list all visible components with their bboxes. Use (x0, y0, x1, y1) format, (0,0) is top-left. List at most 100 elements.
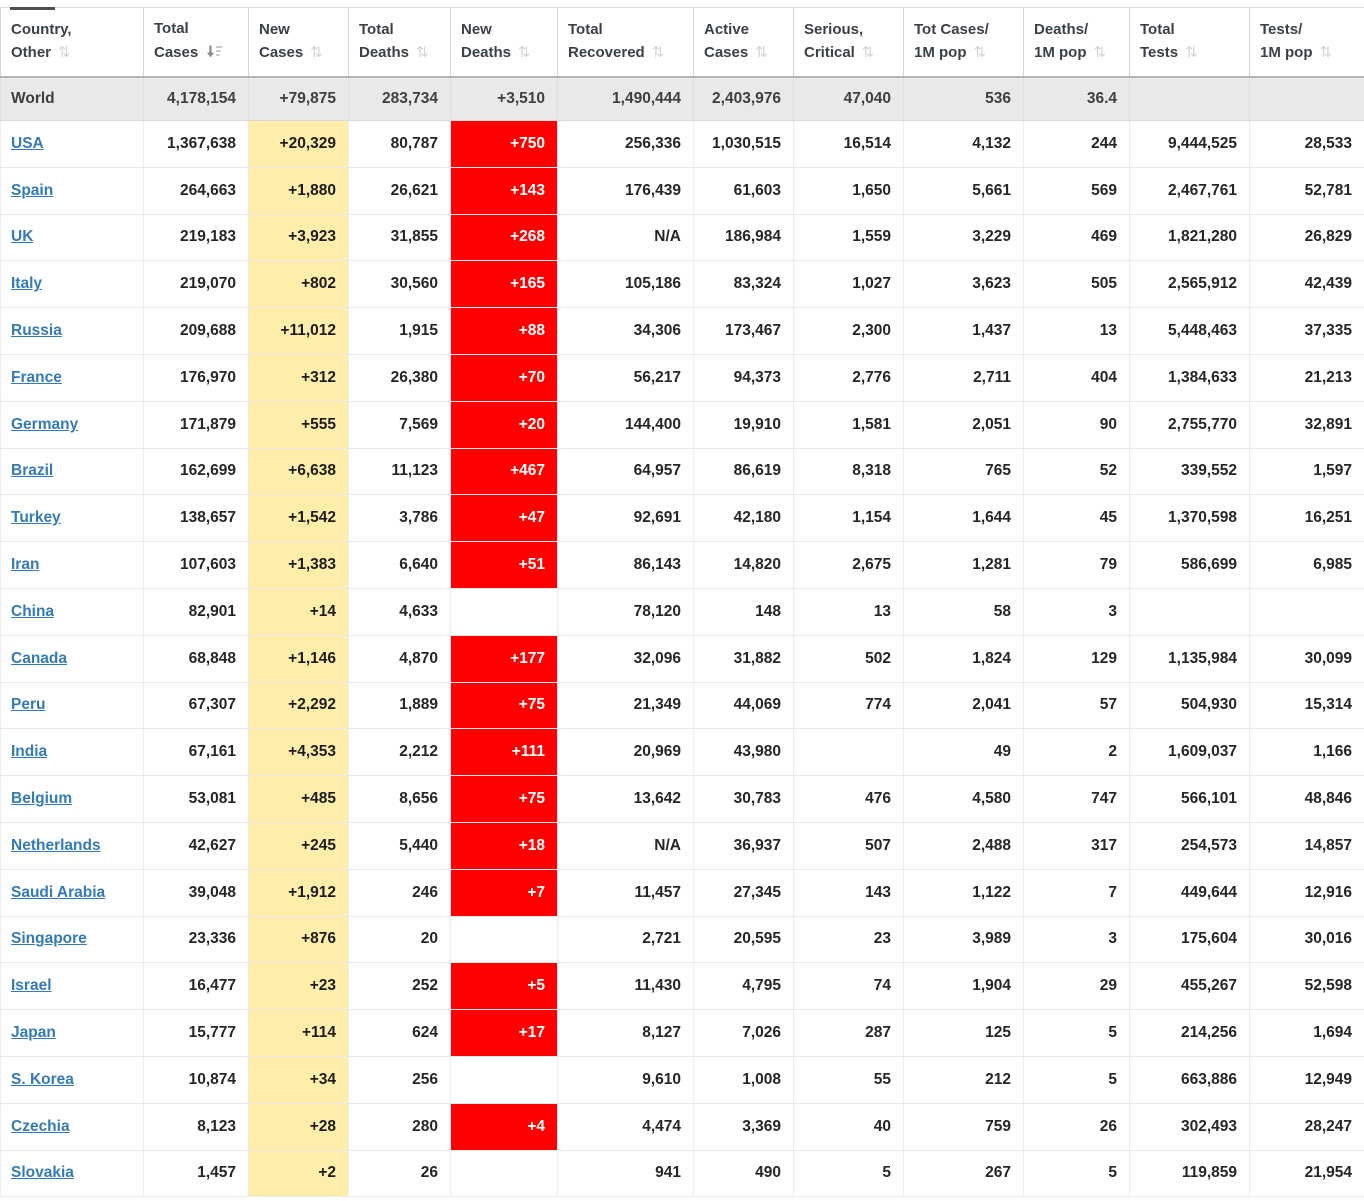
cell-new-deaths: +750 (451, 121, 558, 168)
sort-icon: ⇅ (652, 44, 663, 61)
cell-total-cases: 82,901 (144, 588, 249, 635)
col-header-deaths-per-1m[interactable]: Deaths/ 1M pop⇅ (1024, 8, 1130, 78)
country-link[interactable]: Peru (11, 696, 45, 713)
cell-total-recovered: 11,430 (558, 963, 694, 1010)
country-link[interactable]: Germany (11, 416, 78, 433)
country-row: India 67,161 +4,353 2,212 +111 20,969 43… (1, 729, 1364, 776)
country-link[interactable]: Israel (11, 977, 52, 994)
country-link[interactable]: India (11, 743, 47, 760)
cell-total-cases: 162,699 (144, 448, 249, 495)
cell-deaths-per-1m: 244 (1024, 121, 1130, 168)
country-link[interactable]: UK (11, 228, 33, 245)
col-header-total-recovered[interactable]: Total Recovered⇅ (558, 8, 694, 78)
covid-stats-table: Country, Other⇅ Total Cases New Cases⇅ T… (0, 7, 1364, 1197)
country-link[interactable]: Saudi Arabia (11, 884, 105, 901)
country-link[interactable]: Czechia (11, 1118, 70, 1135)
sort-descending-icon (206, 45, 222, 62)
cell-serious-critical: 502 (794, 635, 904, 682)
cell-total-recovered: 64,957 (558, 448, 694, 495)
cell-total-recovered: 941 (558, 1150, 694, 1197)
cell-total-deaths: 252 (349, 963, 451, 1010)
cell-deaths-per-1m: 5 (1024, 1150, 1130, 1197)
cell-tests-per-1m: 6,985 (1250, 542, 1364, 589)
country-link[interactable]: Russia (11, 322, 62, 339)
cell-active-cases: 7,026 (694, 1010, 794, 1057)
country-link[interactable]: S. Korea (11, 1071, 74, 1088)
cell-new-deaths (451, 1150, 558, 1197)
cell-new-deaths: +17 (451, 1010, 558, 1057)
col-header-tests-per-1m[interactable]: Tests/ 1M pop⇅ (1250, 8, 1364, 78)
col-header-total-tests[interactable]: Total Tests⇅ (1130, 8, 1250, 78)
cell-cases-per-1m: 1,281 (904, 542, 1024, 589)
sort-icon: ⇅ (310, 44, 321, 61)
cell-total-deaths: 26,380 (349, 354, 451, 401)
cell-cases-per-1m: 212 (904, 1056, 1024, 1103)
cell-cases-per-1m: 4,132 (904, 121, 1024, 168)
tab-remnant-bar (10, 7, 55, 10)
cell-deaths-per-1m: 5 (1024, 1010, 1130, 1057)
cell-tests-per-1m: 1,597 (1250, 448, 1364, 495)
country-link[interactable]: USA (11, 135, 44, 152)
cell-new-deaths: +268 (451, 214, 558, 261)
country-link[interactable]: Japan (11, 1024, 56, 1041)
country-link[interactable]: Iran (11, 556, 39, 573)
cell-serious-critical: 1,581 (794, 401, 904, 448)
cell-new-deaths: +165 (451, 261, 558, 308)
country-link[interactable]: China (11, 603, 54, 620)
country-link[interactable]: Netherlands (11, 837, 101, 854)
col-header-serious-critical[interactable]: Serious, Critical⇅ (794, 8, 904, 78)
cell-new-cases: +485 (249, 776, 349, 823)
cell-total-recovered: 34,306 (558, 308, 694, 355)
cell-tests-per-1m: 12,949 (1250, 1056, 1364, 1103)
col-header-active-cases[interactable]: Active Cases⇅ (694, 8, 794, 78)
country-link[interactable]: Slovakia (11, 1164, 74, 1181)
cell-new-cases: +11,012 (249, 308, 349, 355)
cell-total-cases: 138,657 (144, 495, 249, 542)
cell-serious-critical: 55 (794, 1056, 904, 1103)
country-link[interactable]: Belgium (11, 790, 72, 807)
col-header-new-deaths[interactable]: New Deaths⇅ (451, 8, 558, 78)
col-header-country[interactable]: Country, Other⇅ (1, 8, 144, 78)
cell-country: France (1, 354, 144, 401)
col-header-total-cases[interactable]: Total Cases (144, 8, 249, 78)
cell-tests-per-1m: 52,598 (1250, 963, 1364, 1010)
cell-total-recovered: 4,474 (558, 1103, 694, 1150)
cell-tests-per-1m: 48,846 (1250, 776, 1364, 823)
cell-total-tests: 449,644 (1130, 869, 1250, 916)
country-link[interactable]: Spain (11, 182, 53, 199)
country-link[interactable]: Singapore (11, 930, 87, 947)
cell-total-deaths: 624 (349, 1010, 451, 1057)
col-header-new-cases[interactable]: New Cases⇅ (249, 8, 349, 78)
cell-active-cases: 173,467 (694, 308, 794, 355)
cell-new-cases: +1,146 (249, 635, 349, 682)
cell-serious-critical: 23 (794, 916, 904, 963)
cell-total-deaths: 1,889 (349, 682, 451, 729)
cell-new-deaths: +75 (451, 776, 558, 823)
cell-active-cases: 2,403,976 (694, 77, 794, 121)
country-row: USA 1,367,638 +20,329 80,787 +750 256,33… (1, 121, 1364, 168)
country-link[interactable]: Brazil (11, 462, 53, 479)
country-row: Germany 171,879 +555 7,569 +20 144,400 1… (1, 401, 1364, 448)
cell-deaths-per-1m: 57 (1024, 682, 1130, 729)
col-header-cases-per-1m[interactable]: Tot Cases/ 1M pop⇅ (904, 8, 1024, 78)
cell-total-tests: 5,448,463 (1130, 308, 1250, 355)
cell-cases-per-1m: 2,041 (904, 682, 1024, 729)
cell-serious-critical: 287 (794, 1010, 904, 1057)
cell-new-cases: +1,383 (249, 542, 349, 589)
country-link[interactable]: Canada (11, 650, 67, 667)
cell-country: Netherlands (1, 822, 144, 869)
country-link[interactable]: France (11, 369, 62, 386)
sort-icon: ⇅ (1320, 44, 1331, 61)
col-header-total-deaths[interactable]: Total Deaths⇅ (349, 8, 451, 78)
cell-deaths-per-1m: 129 (1024, 635, 1130, 682)
country-link[interactable]: Italy (11, 275, 42, 292)
cell-total-tests: 586,699 (1130, 542, 1250, 589)
cell-active-cases: 42,180 (694, 495, 794, 542)
table-body: World 4,178,154 +79,875 283,734 +3,510 1… (1, 77, 1364, 1197)
country-row: Canada 68,848 +1,146 4,870 +177 32,096 3… (1, 635, 1364, 682)
cell-total-cases: 176,970 (144, 354, 249, 401)
country-link[interactable]: Turkey (11, 509, 61, 526)
cell-serious-critical: 476 (794, 776, 904, 823)
cell-country: Japan (1, 1010, 144, 1057)
cell-new-deaths (451, 1056, 558, 1103)
